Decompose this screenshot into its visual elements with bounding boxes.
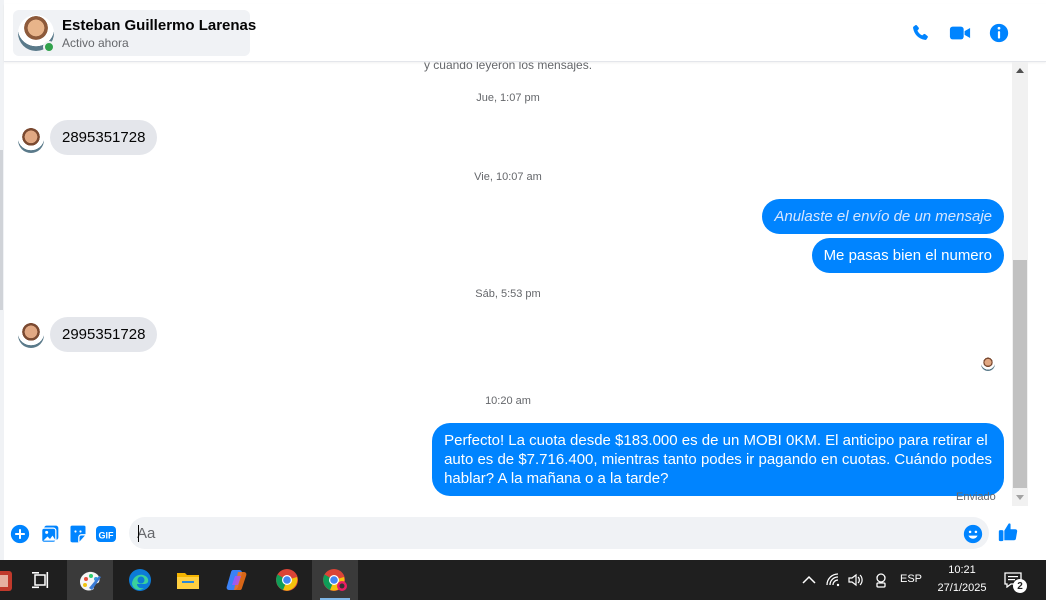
chrome-profile-icon [323, 569, 347, 591]
contact-avatar [18, 322, 44, 348]
message-bubble-received[interactable]: 2995351728 [50, 317, 158, 352]
scroll-up-arrow-icon [1016, 68, 1024, 73]
camera-app-icon [876, 573, 886, 588]
task-view-button[interactable] [17, 560, 63, 600]
contact-name: Esteban Guillermo Larenas [62, 17, 257, 34]
timestamp: Vie, 10:07 am [474, 171, 542, 183]
video-call-button[interactable] [945, 18, 975, 48]
attach-image-button[interactable] [38, 522, 62, 546]
chrome-icon [276, 569, 298, 591]
taskbar-chrome[interactable] [264, 560, 310, 600]
message-composer: GIF [4, 510, 1046, 558]
conversation-info-button[interactable] [984, 18, 1014, 48]
taskbar-app-partial[interactable] [0, 560, 14, 600]
plus-circle-icon [10, 524, 30, 544]
send-like-button[interactable] [996, 520, 1020, 544]
contact-card[interactable]: Esteban Guillermo Larenas Activo ahora [13, 10, 256, 56]
task-view-icon [32, 572, 49, 589]
taskbar-chrome-profile[interactable] [312, 560, 358, 600]
contact-status: Activo ahora [62, 36, 129, 50]
more-actions-button[interactable] [8, 522, 32, 546]
timestamp: Sáb, 5:53 pm [475, 288, 541, 300]
speaker-icon [848, 573, 863, 587]
gif-icon: GIF [96, 526, 116, 542]
gif-label: GIF [99, 531, 115, 541]
volume-control[interactable] [846, 570, 866, 590]
message-line: Perfecto! La cuota desde $183.000 es de … [444, 432, 988, 449]
encryption-notice: y cuando leyeron los mensajes. [423, 62, 593, 72]
taskbar-file-explorer[interactable] [165, 560, 211, 600]
message-bubble-sent-long[interactable]: Perfecto! La cuota desde $183.000 es de … [432, 423, 1004, 496]
video-camera-icon [949, 26, 971, 40]
read-receipt-avatar [981, 357, 995, 371]
message-list[interactable]: y cuando leyeron los mensajes. Jue, 1:07… [4, 62, 1012, 506]
unsent-message-bubble[interactable]: Anulaste el envío de un mensaje [762, 199, 1004, 234]
text-caret [138, 525, 139, 542]
network-status[interactable] [824, 570, 844, 590]
meet-now-button[interactable] [871, 570, 891, 590]
file-explorer-icon [177, 573, 199, 589]
scroll-thumb[interactable] [1013, 260, 1027, 488]
timestamp: 10:20 am [485, 395, 531, 407]
taskbar-edge[interactable] [117, 560, 163, 600]
taskbar-paint[interactable] [67, 560, 113, 600]
voice-call-button[interactable] [905, 18, 935, 48]
show-hidden-icons-button[interactable] [799, 570, 819, 590]
emoji-button[interactable] [961, 522, 985, 546]
delivery-status: Enviado [956, 491, 996, 503]
chevron-up-icon [802, 575, 816, 584]
message-bubble-received[interactable]: 2895351728 [50, 120, 158, 155]
taskbar-copilot[interactable] [214, 560, 260, 600]
copilot-icon [226, 570, 247, 590]
scroll-up-button[interactable] [1012, 62, 1028, 78]
message-input[interactable] [129, 517, 989, 549]
wifi-icon [826, 573, 840, 587]
input-language[interactable]: ESP [900, 573, 922, 585]
messenger-window: Esteban Guillermo Larenas Activo ahora y… [0, 0, 1046, 560]
message-scrollbar[interactable] [1012, 62, 1028, 506]
notification-count-badge: 2 [1013, 579, 1027, 593]
image-gallery-icon [41, 525, 59, 543]
edge-icon [129, 569, 151, 591]
app-icon [0, 571, 12, 591]
contact-avatar [18, 127, 44, 153]
thumbs-up-icon [998, 523, 1018, 542]
sticker-button[interactable] [66, 522, 90, 546]
sticker-icon [70, 525, 86, 543]
clock-date[interactable]: 27/1/2025 [930, 582, 994, 594]
gif-button[interactable]: GIF [94, 522, 118, 546]
scroll-down-arrow-icon [1016, 495, 1024, 500]
info-icon [989, 23, 1009, 43]
chat-header: Esteban Guillermo Larenas Activo ahora [4, 4, 1046, 62]
windows-taskbar: ESP 10:21 27/1/2025 2 [0, 560, 1046, 600]
left-edge-marker [0, 150, 3, 310]
timestamp: Jue, 1:07 pm [476, 92, 540, 104]
emoji-icon [963, 524, 983, 544]
paint-app-icon [80, 571, 101, 591]
clock-time[interactable]: 10:21 [942, 564, 982, 576]
scroll-down-button[interactable] [1012, 490, 1028, 506]
message-line: auto es de $7.716.400, mientras tanto po… [444, 451, 992, 468]
online-status-dot [43, 41, 55, 53]
message-bubble-sent[interactable]: Me pasas bien el numero [811, 238, 1004, 273]
message-line: hablar? A la mañana o a la tarde? [444, 470, 669, 487]
phone-icon [913, 24, 928, 40]
